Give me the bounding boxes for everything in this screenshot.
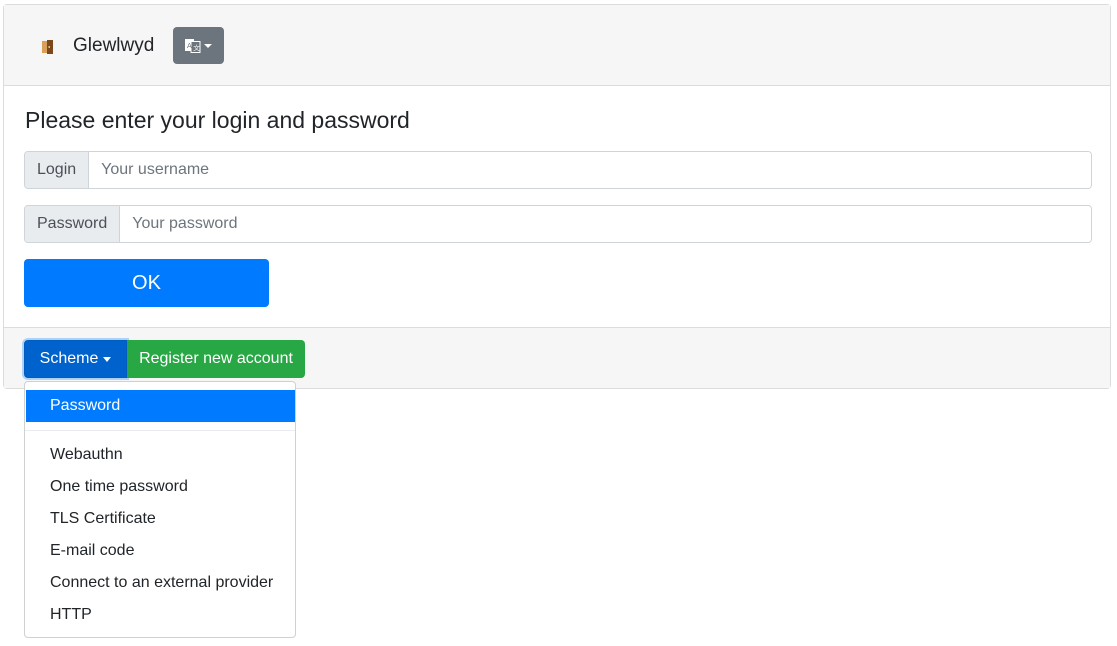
scheme-item-otp[interactable]: One time password [26, 471, 295, 503]
translate-icon: A 文 [185, 38, 201, 53]
scheme-item-http[interactable]: HTTP [26, 599, 295, 631]
card-footer: Scheme Register new account [4, 327, 1110, 388]
scheme-item-password[interactable]: Password [26, 390, 295, 422]
username-input[interactable] [89, 152, 1091, 188]
scheme-dropdown-menu: Password Webauthn One time password TLS … [24, 381, 296, 638]
scheme-item-tls-certificate[interactable]: TLS Certificate [26, 503, 295, 535]
password-label: Password [25, 206, 121, 242]
login-label: Login [25, 152, 90, 188]
page-title: Please enter your login and password [25, 107, 410, 133]
svg-text:文: 文 [193, 43, 200, 52]
scheme-item-webauthn[interactable]: Webauthn [26, 439, 295, 471]
login-input-group: Login [24, 151, 1092, 189]
language-dropdown-button[interactable]: A 文 [173, 27, 224, 64]
scheme-dropdown-button[interactable]: Scheme [24, 340, 127, 378]
login-card: Glewlwyd A 文 Please enter your login and… [3, 4, 1111, 389]
logo-icon [42, 40, 53, 54]
password-input-group: Password [24, 205, 1092, 243]
scheme-item-email-code[interactable]: E-mail code [26, 535, 295, 567]
app-title: Glewlwyd [73, 35, 155, 56]
svg-text:A: A [187, 42, 192, 50]
chevron-down-icon [204, 43, 212, 48]
ok-button[interactable]: OK [24, 259, 269, 307]
scheme-item-external-provider[interactable]: Connect to an external provider [26, 567, 295, 599]
dropdown-divider [25, 430, 295, 431]
scheme-button-label: Scheme [39, 350, 99, 367]
card-header: Glewlwyd A 文 [4, 5, 1110, 86]
password-input[interactable] [120, 206, 1091, 242]
chevron-down-icon [103, 356, 112, 362]
register-button[interactable]: Register new account [127, 340, 305, 378]
